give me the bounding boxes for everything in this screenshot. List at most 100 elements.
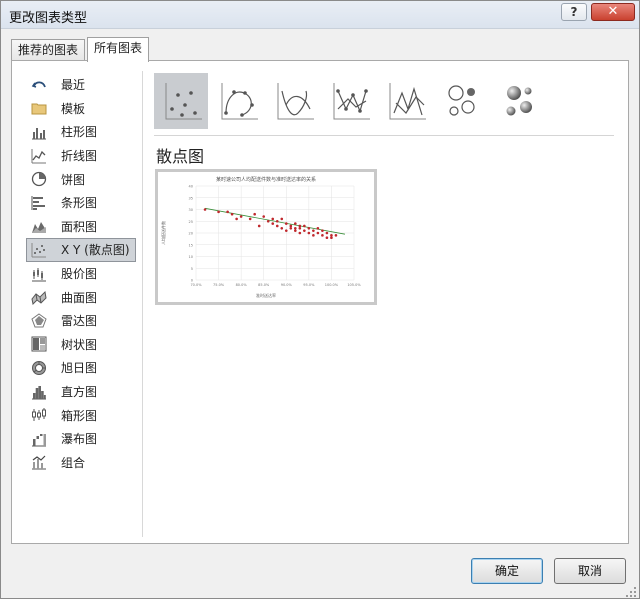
- sidebar-item[interactable]: 旭日图: [26, 356, 136, 380]
- preview-data-point: [298, 224, 302, 228]
- scatter-chart-icon: [31, 242, 46, 258]
- pie-chart-icon: [31, 172, 47, 187]
- sidebar-item[interactable]: 组合: [26, 451, 136, 475]
- close-button[interactable]: ✕: [591, 3, 635, 21]
- preview-data-point: [294, 222, 297, 225]
- preview-data-point: [325, 236, 329, 239]
- sidebar-item[interactable]: 直方图: [26, 380, 136, 404]
- sidebar-item-label: 瀑布图: [61, 432, 98, 447]
- scatter-smooth-lines-markers-icon: [221, 83, 258, 120]
- preview-data-point: [289, 224, 293, 228]
- preview-data-point: [303, 229, 306, 232]
- sidebar-item-label: 组合: [61, 455, 86, 470]
- chart-type-panel: 最近模板柱形图折线图饼图条形图面积图 X Y (散点图) 股价图 曲面图雷达图树状图旭…: [11, 60, 629, 544]
- preview-y-tick-label: 0: [191, 279, 193, 283]
- sidebar-item[interactable]: 模板: [26, 97, 136, 121]
- preview-data-point: [312, 234, 315, 237]
- preview-data-point: [307, 231, 311, 235]
- preview-y-tick-label: 20: [189, 232, 193, 236]
- chart-subtype-option[interactable]: [210, 73, 264, 129]
- sidebar-item[interactable]: X Y (散点图): [26, 238, 136, 262]
- treemap-chart-icon: [31, 336, 47, 352]
- bar-chart-icon: [31, 195, 45, 210]
- preview-data-point: [307, 227, 311, 230]
- sidebar-item[interactable]: 柱形图: [26, 120, 136, 144]
- sidebar-item[interactable]: 面积图: [26, 215, 136, 239]
- help-button[interactable]: ?: [561, 3, 587, 21]
- chart-subtype-option[interactable]: [378, 73, 432, 129]
- chart-subtype-option[interactable]: [490, 73, 544, 129]
- dialog-title: 更改图表类型: [9, 11, 88, 26]
- preview-data-point: [257, 224, 261, 228]
- sidebar-item-label: 旭日图: [61, 361, 98, 376]
- preview-data-point: [262, 215, 266, 218]
- cancel-button[interactable]: 取消: [554, 558, 626, 584]
- scatter-smooth-lines-icon: [277, 83, 314, 120]
- sidebar-item[interactable]: 折线图: [26, 144, 136, 168]
- sidebar-item-label: 树状图: [61, 337, 98, 352]
- preview-data-point: [253, 212, 256, 216]
- preview-x-tick-label: 90.0%: [281, 283, 293, 287]
- sidebar-item[interactable]: 股价图: [26, 262, 136, 286]
- chart-subtype-option[interactable]: [154, 73, 208, 129]
- preview-data-point: [325, 231, 329, 235]
- preview-data-point: [271, 222, 275, 225]
- sidebar-item[interactable]: 饼图: [26, 167, 136, 191]
- preview-data-point: [294, 227, 297, 230]
- subtype-title: 散点图: [156, 147, 205, 166]
- tab-recommended-charts[interactable]: 推荐的图表: [11, 39, 86, 61]
- sunburst-chart-icon: [32, 360, 46, 375]
- scatter-straight-lines-icon: [389, 83, 426, 120]
- sidebar-item[interactable]: 雷达图: [26, 309, 136, 333]
- tab-all-charts[interactable]: 所有图表: [87, 37, 150, 62]
- preview-x-tick-label: 85.0%: [258, 283, 270, 287]
- preview-data-point: [321, 234, 324, 237]
- ok-button[interactable]: 确定: [471, 558, 543, 584]
- preview-x-tick-label: 100.0%: [325, 283, 339, 287]
- sidebar-item[interactable]: 瀑布图: [26, 427, 136, 451]
- stock-chart-icon: [32, 267, 46, 282]
- preview-data-point: [271, 217, 275, 221]
- preview-chart-title: 某时速公司人均配送件数与准时送达率的关系: [215, 177, 316, 183]
- column-chart-icon: [32, 127, 46, 140]
- preview-data-point: [316, 231, 320, 235]
- preview-x-tick-label: 70.0%: [190, 283, 202, 287]
- preview-x-tick-label: 75.0%: [213, 283, 225, 287]
- preview-data-point: [217, 210, 220, 214]
- preview-data-point: [284, 222, 288, 225]
- radar-chart-icon: [31, 313, 47, 328]
- preview-data-point: [280, 227, 284, 230]
- sidebar-item[interactable]: 树状图: [26, 333, 136, 357]
- chart-subtype-gallery: [154, 73, 624, 129]
- sidebar-item[interactable]: 最近: [26, 73, 136, 97]
- preview-data-point: [280, 217, 284, 221]
- scatter-markers-icon: [165, 83, 202, 120]
- sidebar-item-label: 面积图: [61, 219, 98, 234]
- preview-data-point: [289, 227, 293, 230]
- sidebar-item-label: 雷达图: [61, 314, 98, 329]
- preview-y-tick-label: 40: [189, 185, 193, 189]
- preview-x-tick-label: 105.0%: [347, 283, 361, 287]
- sidebar-item[interactable]: 条形图: [26, 191, 136, 215]
- sidebar-item[interactable]: 箱形图: [26, 403, 136, 427]
- preview-data-point: [316, 227, 320, 230]
- preview-data-point: [330, 234, 333, 237]
- sidebar-item-label: 饼图: [61, 172, 86, 187]
- preview-data-point: [230, 212, 234, 216]
- chart-category-list: 最近模板柱形图折线图饼图条形图面积图 X Y (散点图) 股价图 曲面图雷达图树状图旭…: [26, 73, 136, 474]
- preview-x-tick-label: 80.0%: [236, 283, 248, 287]
- divider: [142, 71, 143, 537]
- chart-subtype-option[interactable]: [322, 73, 376, 129]
- preview-data-point: [235, 217, 238, 221]
- line-chart-icon: [31, 148, 46, 164]
- waterfall-chart-icon: [32, 433, 46, 447]
- chart-subtype-option[interactable]: [266, 73, 320, 129]
- title-bar[interactable]: 更改图表类型 ? ✕: [1, 1, 639, 29]
- chart-preview[interactable]: 40 35 30 25 20 15 10 5 0 70.0% 75.0% 80.0% 85.0% 90.0…: [155, 169, 377, 305]
- resize-grip-icon[interactable]: [625, 586, 637, 598]
- sidebar-item[interactable]: 曲面图: [26, 285, 136, 309]
- sidebar-item-label: 柱形图: [61, 125, 98, 140]
- sidebar-item-label: 模板: [61, 101, 86, 116]
- chart-subtype-option[interactable]: [434, 73, 488, 129]
- preview-data-point: [303, 224, 306, 228]
